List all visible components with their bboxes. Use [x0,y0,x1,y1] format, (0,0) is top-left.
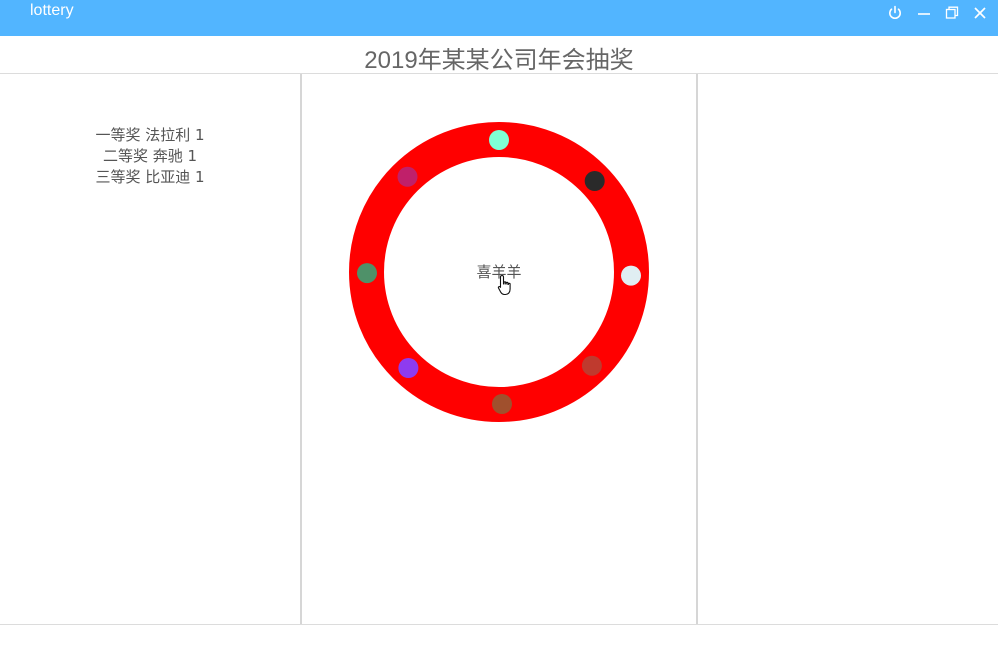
page-title: 2019年某某公司年会抽奖 [364,47,634,74]
wheel-dot [581,355,602,376]
prize-item-third: 三等奖 比亚迪 1 [95,168,205,186]
prize-item-first: 一等奖 法拉利 1 [95,126,205,144]
minimize-icon[interactable] [915,4,933,22]
lottery-wheel [349,122,649,422]
app-title: lottery [30,2,74,19]
power-icon[interactable] [886,4,904,22]
restore-icon[interactable] [943,4,961,22]
wheel-dot [398,358,419,378]
page-header: 2019年某某公司年会抽奖 [0,36,998,74]
footer-divider [0,624,998,625]
lottery-panel: 喜羊羊 [302,74,698,624]
prize-list: 一等奖 法拉利 1 二等奖 奔驰 1 三等奖 比亚迪 1 [0,125,300,188]
wheel-dot [492,394,512,414]
wheel-dot [397,166,418,187]
titlebar: lottery [0,0,998,36]
close-icon[interactable] [971,4,989,22]
hand-pointer-icon [497,274,511,296]
wheel-dot [489,130,509,150]
prize-item-second: 二等奖 奔驰 1 [102,147,198,165]
prize-panel: 一等奖 法拉利 1 二等奖 奔驰 1 三等奖 比亚迪 1 [0,74,302,624]
wheel-dot [584,171,605,191]
winners-panel [698,74,998,624]
main-area: 一等奖 法拉利 1 二等奖 奔驰 1 三等奖 比亚迪 1 喜羊羊 [0,74,998,624]
